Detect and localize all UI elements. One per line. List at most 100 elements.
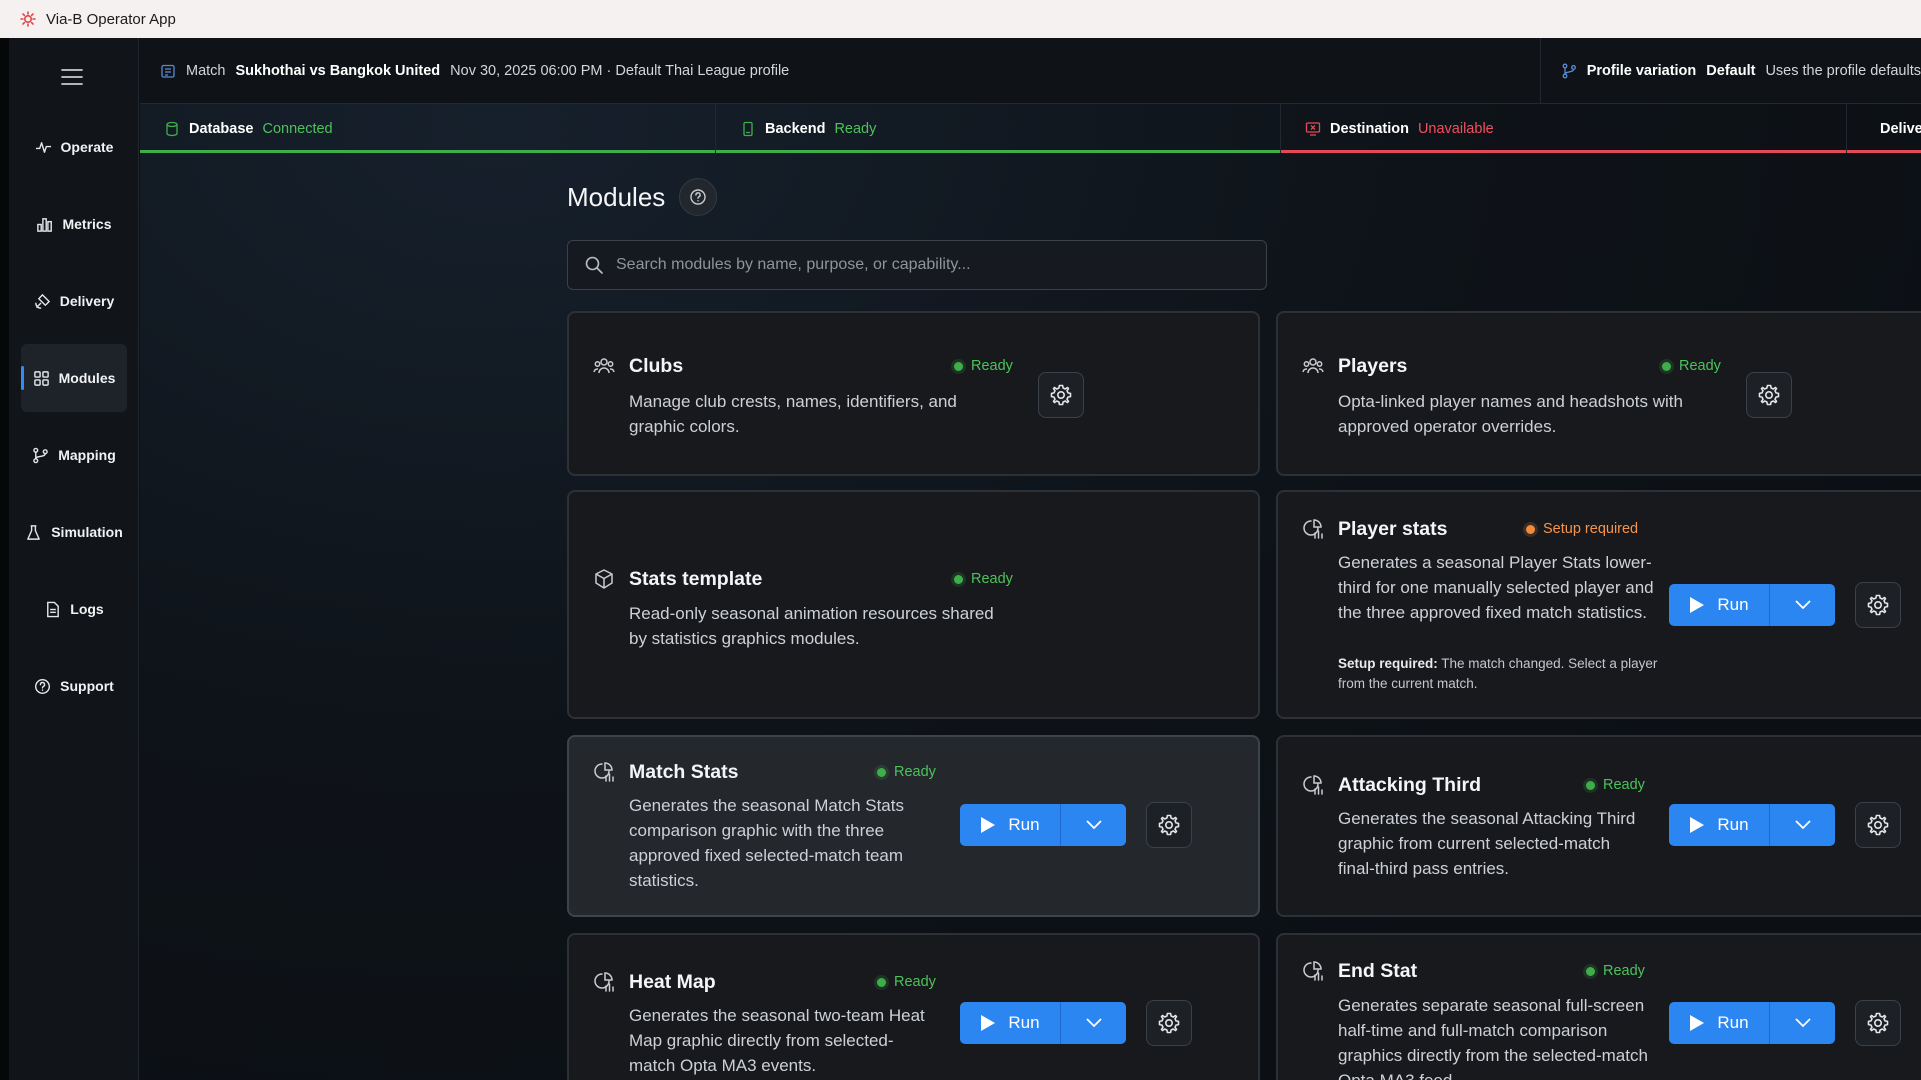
status-badge: Ready bbox=[1662, 358, 1721, 374]
status-database[interactable]: Database Connected bbox=[140, 104, 716, 153]
status-destination[interactable]: Destination Unavailable bbox=[1281, 104, 1847, 153]
card-description: Generates the seasonal two-team Heat Map… bbox=[629, 1006, 925, 1075]
module-card-attacking-third[interactable]: Attacking Third Ready Generates the seas… bbox=[1276, 735, 1921, 917]
status-dot bbox=[1586, 966, 1595, 976]
database-icon bbox=[166, 121, 178, 136]
search-box bbox=[567, 240, 1267, 290]
status-text: Ready bbox=[1679, 358, 1721, 374]
module-card-end-stat[interactable]: End Stat Ready Generates separate season… bbox=[1276, 933, 1921, 1080]
match-teams: Sukhothai vs Bangkok United bbox=[235, 62, 441, 79]
gear-icon bbox=[1158, 814, 1180, 836]
status-badge: Ready bbox=[877, 974, 936, 990]
match-label: Match bbox=[186, 62, 226, 79]
stats-chart-icon bbox=[1303, 519, 1323, 539]
run-button[interactable]: Run bbox=[1669, 1002, 1770, 1044]
page-title: Modules bbox=[567, 181, 666, 212]
satellite-icon bbox=[34, 293, 50, 309]
sidebar-item-mapping[interactable]: Mapping bbox=[21, 421, 127, 489]
card-title: Clubs bbox=[629, 355, 684, 377]
play-icon bbox=[1690, 817, 1705, 833]
card-title: End Stat bbox=[1338, 960, 1418, 982]
status-backend[interactable]: Backend Ready bbox=[716, 104, 1281, 153]
run-button-group: Run bbox=[1669, 1002, 1835, 1044]
card-description: Opta-linked player names and headshots w… bbox=[1338, 392, 1683, 436]
chevron-down-icon bbox=[1085, 820, 1102, 830]
users-group-icon bbox=[1302, 358, 1324, 374]
sidebar-item-simulation[interactable]: Simulation bbox=[21, 498, 127, 566]
run-options-dropdown[interactable] bbox=[1770, 1002, 1835, 1044]
play-icon bbox=[981, 817, 996, 833]
run-options-dropdown[interactable] bbox=[1770, 804, 1835, 846]
module-card-match-stats[interactable]: Match Stats Ready Generates the seasonal… bbox=[567, 735, 1260, 917]
sidebar-item-label: Mapping bbox=[58, 447, 116, 463]
run-button-group: Run bbox=[1669, 584, 1835, 626]
calendar-icon bbox=[161, 64, 175, 78]
setup-note: Setup required: The match changed. Selec… bbox=[1338, 654, 1658, 694]
sidebar-item-label: Support bbox=[60, 678, 114, 694]
module-card-stats-template[interactable]: Stats template Ready Read-only seasonal … bbox=[567, 490, 1260, 719]
profile-variation-label: Profile variation bbox=[1586, 62, 1697, 79]
sidebar-item-logs[interactable]: Logs bbox=[21, 575, 127, 643]
profile-variation[interactable]: Profile variation Default Uses the profi… bbox=[1541, 38, 1921, 103]
status-value: Connected bbox=[262, 120, 333, 137]
run-label: Run bbox=[1717, 595, 1749, 614]
status-delivery[interactable]: Delivery bbox=[1847, 104, 1921, 153]
status-value: Ready bbox=[834, 120, 877, 137]
sidebar-item-label: Operate bbox=[60, 139, 114, 155]
chevron-down-icon bbox=[1794, 1018, 1811, 1028]
sidebar-item-support[interactable]: Support bbox=[21, 652, 127, 720]
sidebar-item-metrics[interactable]: Metrics bbox=[21, 190, 127, 258]
help-button[interactable] bbox=[679, 178, 718, 216]
sidebar-item-operate[interactable]: Operate bbox=[21, 113, 127, 181]
users-group-icon bbox=[593, 358, 615, 374]
settings-button[interactable] bbox=[1146, 802, 1192, 848]
settings-button[interactable] bbox=[1746, 372, 1792, 418]
sidebar-item-label: Metrics bbox=[62, 216, 112, 232]
stats-chart-icon bbox=[594, 972, 614, 992]
status-badge: Ready bbox=[1586, 963, 1645, 979]
run-button[interactable]: Run bbox=[1669, 804, 1770, 846]
run-button-group: Run bbox=[1669, 804, 1835, 846]
run-button[interactable]: Run bbox=[960, 804, 1061, 846]
setup-note-label: Setup required: bbox=[1338, 656, 1438, 671]
app-logo-icon bbox=[20, 11, 36, 27]
status-dot bbox=[954, 361, 963, 371]
window-title: Via-B Operator App bbox=[46, 10, 176, 28]
run-options-dropdown[interactable] bbox=[1061, 804, 1126, 846]
match-info[interactable]: Match Sukhothai vs Bangkok United Nov 30… bbox=[140, 38, 1541, 103]
profile-variation-value: Default bbox=[1706, 62, 1756, 79]
run-options-dropdown[interactable] bbox=[1061, 1002, 1126, 1044]
main-content: Match Sukhothai vs Bangkok United Nov 30… bbox=[140, 38, 1921, 1080]
play-icon bbox=[1690, 1015, 1705, 1031]
sidebar-item-modules[interactable]: Modules bbox=[21, 344, 127, 412]
hamburger-menu-icon[interactable] bbox=[61, 68, 83, 86]
flask-icon bbox=[27, 524, 41, 540]
status-bar: Database Connected Backend Ready Destina… bbox=[140, 104, 1921, 153]
search-input[interactable] bbox=[616, 256, 1256, 274]
module-card-player-stats[interactable]: Player stats Setup required Generates a … bbox=[1276, 490, 1921, 719]
module-card-players[interactable]: Players Ready Opta-linked player names a… bbox=[1276, 311, 1921, 476]
run-button-group: Run bbox=[960, 804, 1126, 846]
monitor-alert-icon bbox=[1305, 121, 1321, 136]
settings-button[interactable] bbox=[1855, 802, 1901, 848]
status-dot bbox=[1662, 361, 1671, 371]
settings-button[interactable] bbox=[1038, 372, 1084, 418]
settings-button[interactable] bbox=[1146, 1000, 1192, 1046]
run-button[interactable]: Run bbox=[1669, 584, 1770, 626]
sidebar-item-delivery[interactable]: Delivery bbox=[21, 267, 127, 335]
card-description: Generates separate seasonal full-screen … bbox=[1338, 996, 1648, 1080]
pulse-icon bbox=[35, 141, 51, 153]
run-options-dropdown[interactable] bbox=[1770, 584, 1835, 626]
status-label: Backend bbox=[765, 120, 826, 137]
sidebar-item-label: Simulation bbox=[51, 524, 123, 540]
settings-button[interactable] bbox=[1855, 582, 1901, 628]
module-card-clubs[interactable]: Clubs Ready Manage club crests, names, i… bbox=[567, 311, 1260, 476]
status-value: Unavailable bbox=[1417, 120, 1494, 137]
module-card-heat-map[interactable]: Heat Map Ready Generates the seasonal tw… bbox=[567, 933, 1260, 1080]
profile-variation-desc: Uses the profile defaults bbox=[1765, 62, 1921, 79]
status-text: Ready bbox=[894, 974, 936, 990]
status-label: Delivery bbox=[1880, 120, 1921, 137]
settings-button[interactable] bbox=[1855, 1000, 1901, 1046]
modules-heading: Modules bbox=[567, 178, 718, 216]
run-button[interactable]: Run bbox=[960, 1002, 1061, 1044]
